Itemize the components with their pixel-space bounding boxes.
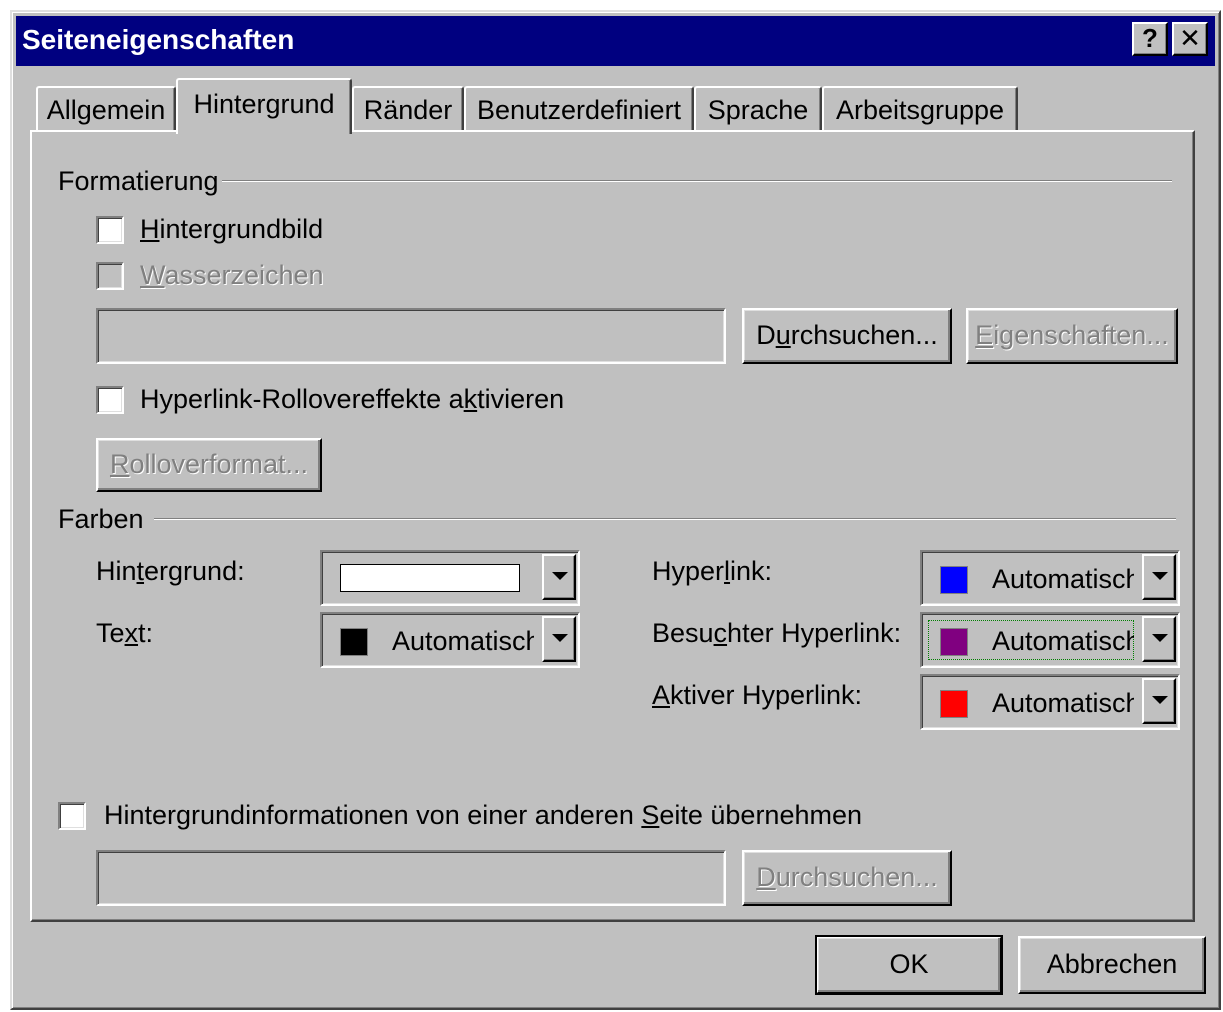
text-color-value: Automatisch [392,626,534,656]
label-background-color: Hintergrund: [96,556,245,586]
group-divider [222,180,1172,182]
dropdown-arrow[interactable] [542,616,576,662]
visited-hyperlink-color-dropdown[interactable]: Automatisch [920,612,1180,668]
chevron-down-icon [1152,696,1168,704]
group-divider [154,518,1176,520]
properties-button[interactable]: Eigenschaften... [966,308,1178,364]
page-properties-dialog: Seiteneigenschaften ? ✕ Allgemein Hinter… [10,10,1221,1010]
checkbox-inherit-background[interactable] [58,802,86,830]
tab-arbeitsgruppe[interactable]: Arbeitsgruppe [822,86,1018,130]
label-hintergrundbild: Hintergrundbild [140,214,324,244]
label-hyperlink-color: Hyperlink: [652,556,773,586]
inherit-browse-button[interactable]: Durchsuchen... [742,850,952,906]
hyperlink-color-swatch [940,566,968,594]
text-color-dropdown[interactable]: Automatisch [320,612,580,668]
tab-label: Allgemein [46,95,166,125]
tab-label: Ränder [363,95,453,125]
active-hyperlink-color-value: Automatisch [992,688,1134,718]
tab-label: Hintergrund [193,89,335,119]
dialog-title: Seiteneigenschaften [22,24,295,55]
label-wasserzeichen: Wasserzeichen [140,260,324,290]
cancel-button[interactable]: Abbrechen [1018,936,1206,994]
label-visited-hyperlink-color: Besuchter Hyperlink: [652,618,902,648]
text-color-swatch [340,628,368,656]
checkbox-hintergrundbild[interactable] [96,216,124,244]
chevron-down-icon [552,634,568,642]
dropdown-arrow[interactable] [1142,616,1176,662]
label-active-hyperlink-color: Aktiver Hyperlink: [652,680,863,710]
title-bar: Seiteneigenschaften ? ✕ [16,16,1215,66]
tab-allgemein[interactable]: Allgemein [36,86,176,130]
background-color-swatch [340,564,520,592]
tab-panel-hintergrund: Formatierung Hintergrundbild Wasserzeich… [30,130,1195,922]
chevron-down-icon [1152,572,1168,580]
hyperlink-color-dropdown[interactable]: Automatisch [920,550,1180,606]
checkbox-wasserzeichen[interactable] [96,262,124,290]
dropdown-arrow[interactable] [1142,678,1176,724]
tab-hintergrund[interactable]: Hintergrund [176,78,352,134]
active-hyperlink-color-dropdown[interactable]: Automatisch [920,674,1180,730]
dropdown-arrow[interactable] [1142,554,1176,600]
checkbox-rollover[interactable] [96,386,124,414]
group-label-formatierung: Formatierung [58,166,219,196]
tab-label: Sprache [707,95,809,125]
inherit-page-path-field[interactable] [96,850,726,906]
dropdown-arrow[interactable] [542,554,576,600]
rollover-format-button[interactable]: Rolloverformat... [96,438,322,492]
close-button[interactable]: ✕ [1172,22,1208,56]
visited-hyperlink-color-swatch [940,628,968,656]
tab-label: Benutzerdefiniert [476,95,682,125]
background-image-path-field[interactable] [96,308,726,364]
hyperlink-color-value: Automatisch [992,564,1134,594]
active-hyperlink-color-swatch [940,690,968,718]
group-label-farben: Farben [58,504,144,534]
chevron-down-icon [552,572,568,580]
background-color-dropdown[interactable] [320,550,580,606]
tab-sprache[interactable]: Sprache [694,86,822,130]
visited-hyperlink-color-value: Automatisch [992,626,1134,656]
tab-label: Arbeitsgruppe [835,95,1005,125]
label-inherit-background: Hintergrundinformationen von einer ander… [104,800,863,830]
ok-button[interactable]: OK [815,935,1003,995]
tab-benutzerdefiniert[interactable]: Benutzerdefiniert [464,86,694,130]
help-button[interactable]: ? [1132,22,1168,56]
browse-button[interactable]: Durchsuchen... [742,308,952,364]
tab-raender[interactable]: Ränder [352,86,464,130]
label-rollover: Hyperlink-Rollovereffekte aktivieren [140,384,565,414]
chevron-down-icon [1152,634,1168,642]
label-text-color: Text: [96,618,154,648]
